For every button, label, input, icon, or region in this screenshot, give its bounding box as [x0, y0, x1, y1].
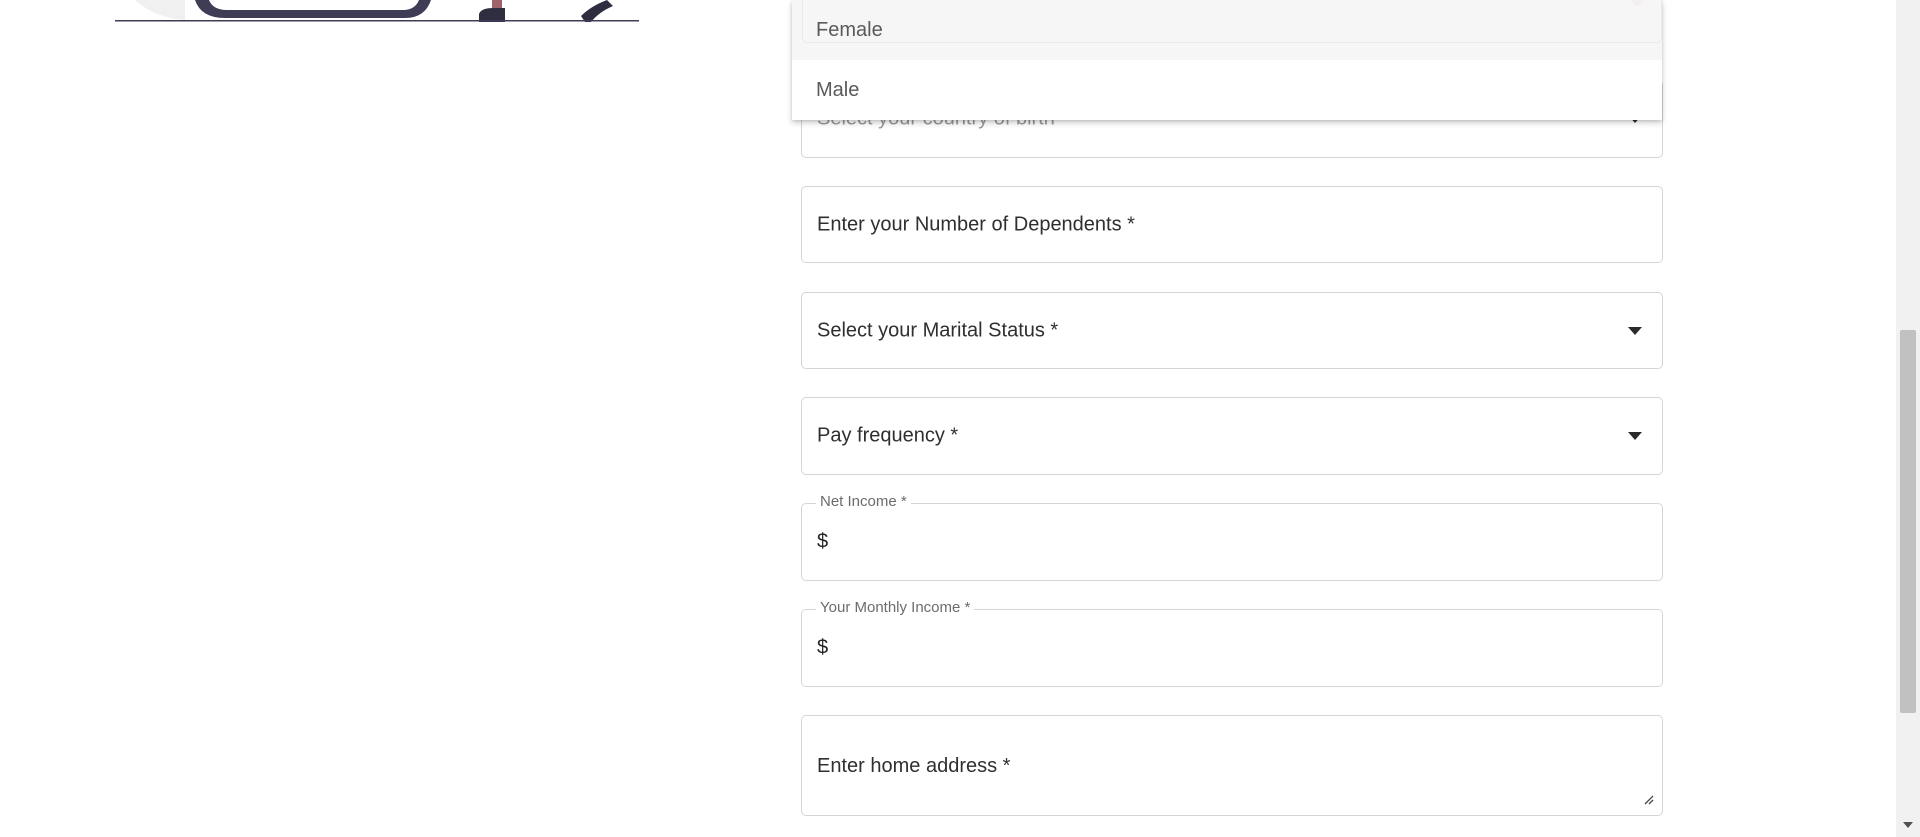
monthly-income-label: Your Monthly Income *: [816, 599, 975, 616]
home-address-textarea[interactable]: Enter home address *: [801, 715, 1663, 816]
gender-option-male[interactable]: Male: [792, 60, 1662, 118]
currency-adornment: $: [817, 636, 829, 659]
currency-adornment: $: [817, 530, 829, 553]
caret-down-icon: [1628, 326, 1642, 335]
gender-option-female[interactable]: Female: [792, 0, 1662, 60]
caret-down-icon: [1628, 432, 1642, 440]
marital-status-placeholder: Select your Marital Status *: [817, 319, 1059, 341]
dependents-field[interactable]: Enter your Number of Dependents *: [801, 186, 1663, 263]
monthly-income-field[interactable]: Your Monthly Income * $: [801, 599, 1663, 687]
pay-frequency-placeholder: Pay frequency *: [817, 424, 959, 447]
arrow-down-icon[interactable]: [1903, 822, 1913, 828]
resize-handle-icon[interactable]: [1642, 793, 1654, 805]
home-address-placeholder: Enter home address *: [817, 755, 1011, 777]
marital-status-select[interactable]: Select your Marital Status *: [801, 292, 1663, 369]
page-scrollbar[interactable]: [1896, 0, 1920, 837]
net-income-field[interactable]: Net Income * $: [801, 493, 1663, 581]
dependents-placeholder: Enter your Number of Dependents *: [817, 213, 1135, 235]
page: Select your country of birth * Enter you…: [0, 0, 1920, 837]
pay-frequency-select[interactable]: Pay frequency *: [801, 397, 1663, 475]
net-income-label: Net Income *: [816, 493, 911, 510]
scrollbar-thumb[interactable]: [1900, 330, 1916, 713]
illustration: [115, 0, 639, 22]
gender-dropdown-menu: Female Male: [792, 0, 1662, 120]
